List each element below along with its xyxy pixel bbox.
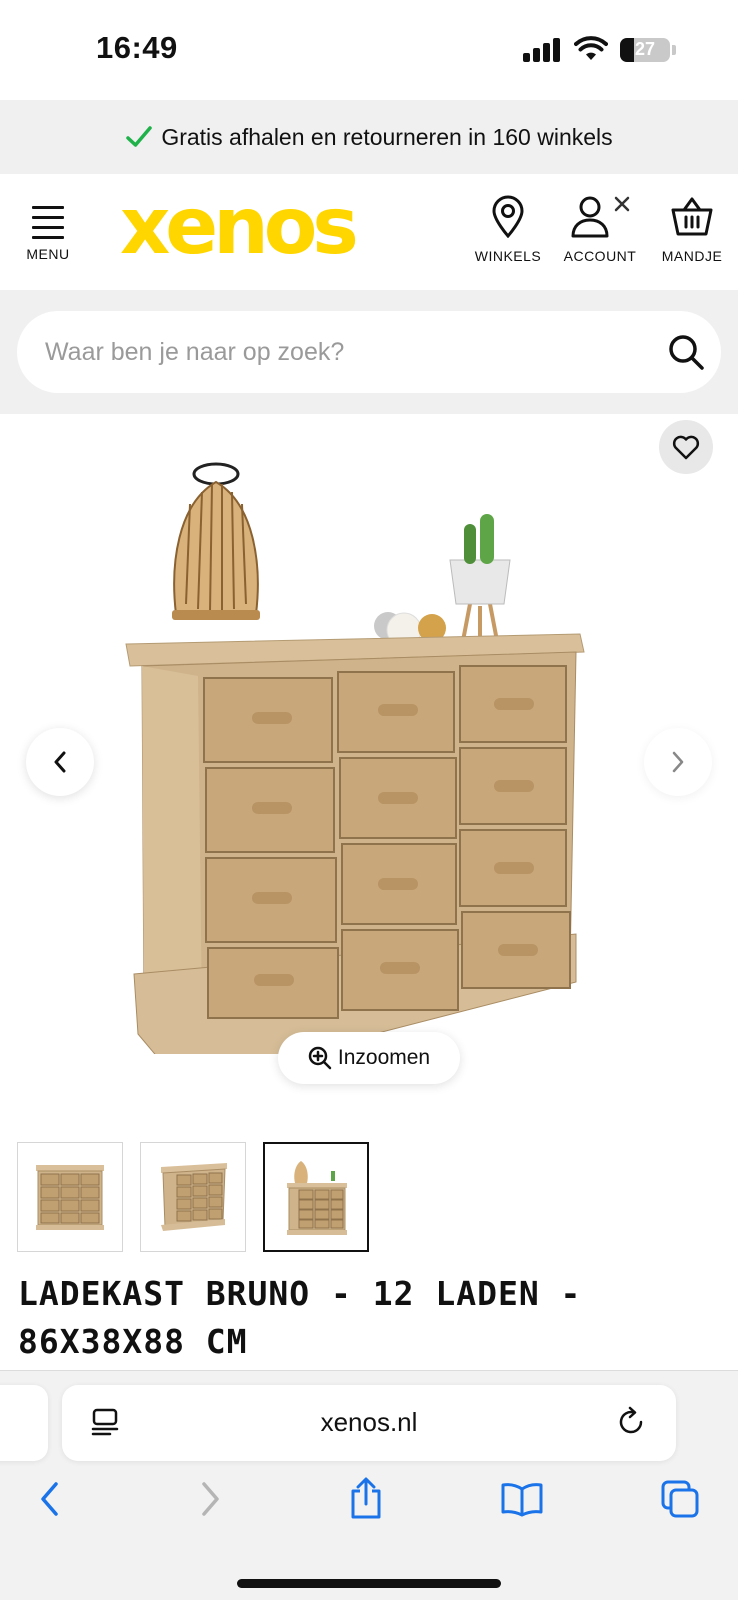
tabs-icon: [661, 1480, 699, 1518]
cellular-signal-icon: [523, 38, 563, 62]
reload-icon[interactable]: [614, 1405, 648, 1439]
next-image-button[interactable]: [644, 728, 712, 796]
hamburger-menu-icon: [32, 206, 64, 246]
zoom-in-icon: [308, 1046, 332, 1070]
browser-chrome: xenos.nl: [0, 1370, 738, 1600]
zoom-label: Inzoomen: [337, 1046, 431, 1069]
battery-cap: [672, 45, 676, 55]
lantern-decoration: [172, 462, 260, 620]
address-bar[interactable]: xenos.nl: [62, 1385, 676, 1461]
thumbnail-list: [17, 1142, 369, 1252]
product-title: LADEKAST BRUNO - 12 LADEN - 86X38X88 CM: [18, 1274, 582, 1361]
winkels-button[interactable]: WINKELS: [470, 194, 546, 264]
cactus-decoration: [449, 514, 511, 647]
battery-icon: 27: [620, 38, 670, 62]
chevron-right-icon: [672, 751, 684, 773]
favorite-button[interactable]: [659, 420, 713, 474]
wifi-icon: [574, 36, 608, 60]
checkmark-icon: [126, 126, 153, 147]
search-section: [0, 290, 738, 414]
menu-label: MENU: [26, 246, 70, 262]
thumbnail-1[interactable]: [17, 1142, 123, 1252]
search-input[interactable]: [45, 311, 645, 393]
menu-button[interactable]: MENU: [20, 202, 76, 266]
basket-icon: [671, 197, 713, 236]
previous-image-button[interactable]: [26, 728, 94, 796]
thumbnail-3[interactable]: [263, 1142, 369, 1252]
back-arrow-icon: [41, 1482, 58, 1516]
battery-percentage: 27: [634, 39, 656, 59]
status-bar: 16:49 27: [0, 0, 738, 100]
account-label: ACCOUNT: [563, 248, 637, 264]
account-button[interactable]: ACCOUNT: [558, 194, 642, 264]
product-gallery: Inzoomen: [0, 414, 738, 1104]
share-button[interactable]: [338, 1471, 394, 1527]
bookmarks-icon: [501, 1483, 543, 1517]
previous-tab-preview[interactable]: [0, 1385, 48, 1461]
mandje-label: MANDJE: [661, 248, 723, 264]
tabs-button[interactable]: [652, 1471, 708, 1527]
browser-forward-button[interactable]: [182, 1471, 238, 1527]
status-time: 16:49: [96, 30, 178, 65]
home-indicator: [237, 1579, 501, 1588]
promo-text: Gratis afhalen en retourneren in 160 win…: [161, 123, 613, 150]
location-pin-icon: [492, 195, 524, 238]
browser-back-button[interactable]: [22, 1471, 78, 1527]
search-icon[interactable]: [667, 333, 705, 371]
search-box: [17, 311, 721, 393]
share-icon: [351, 1477, 381, 1519]
heart-icon: [672, 435, 700, 460]
forward-arrow-icon: [202, 1482, 219, 1516]
zoom-button[interactable]: Inzoomen: [278, 1032, 460, 1084]
thumbnail-2[interactable]: [140, 1142, 246, 1252]
winkels-label: WINKELS: [474, 248, 542, 264]
user-icon: [571, 196, 630, 238]
product-image[interactable]: [120, 454, 610, 1054]
xenos-logo[interactable]: xenos: [120, 188, 359, 266]
bookmarks-button[interactable]: [494, 1471, 550, 1527]
promo-banner: Gratis afhalen en retourneren in 160 win…: [0, 100, 738, 174]
chevron-left-icon: [54, 751, 66, 773]
site-header: MENU xenos WINKELS ACCOUNT MANDJE: [0, 174, 738, 290]
mandje-button[interactable]: MANDJE: [650, 194, 734, 264]
url-text: xenos.nl: [320, 1407, 418, 1437]
